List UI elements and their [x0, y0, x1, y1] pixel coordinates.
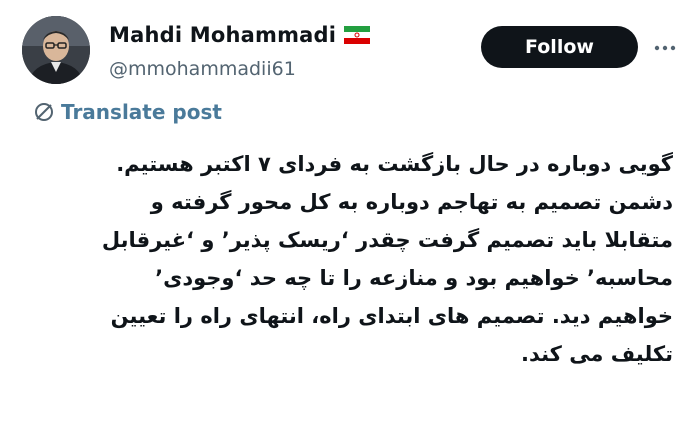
post-text: گویی دوباره در حال بازگشت به فردای ۷ اکت…	[53, 145, 673, 373]
post-line: تکلیف می کند.	[520, 342, 673, 366]
avatar[interactable]	[22, 16, 90, 84]
post-line: محاسبه’ خواهیم بود و منازعه را تا چه حد …	[155, 266, 673, 290]
profile-photo-avatar	[22, 16, 90, 84]
post-line: خواهیم دید. تصمیم های ابتدای راه، انتهای…	[110, 304, 673, 328]
author-display-name[interactable]: Mahdi Mohammadi	[109, 23, 336, 47]
follow-button[interactable]: Follow	[481, 26, 638, 68]
post-line: دشمن تصمیم به تهاجم دوباره به کل محور گر…	[150, 190, 673, 214]
globe-icon	[35, 103, 53, 121]
more-options-icon[interactable]	[653, 36, 677, 60]
author-handle[interactable]: @mmohammadii61	[109, 58, 296, 80]
translate-post-link[interactable]: Translate post	[33, 100, 222, 124]
post-line: متقابلا باید تصمیم گرفت چقدر ‘ریسک پذیر’…	[101, 228, 673, 252]
translate-post-label: Translate post	[61, 100, 222, 124]
post-line: گویی دوباره در حال بازگشت به فردای ۷ اکت…	[116, 152, 673, 176]
author-name-row: Mahdi Mohammadi	[109, 23, 371, 47]
iran-flag-icon	[344, 26, 371, 44]
